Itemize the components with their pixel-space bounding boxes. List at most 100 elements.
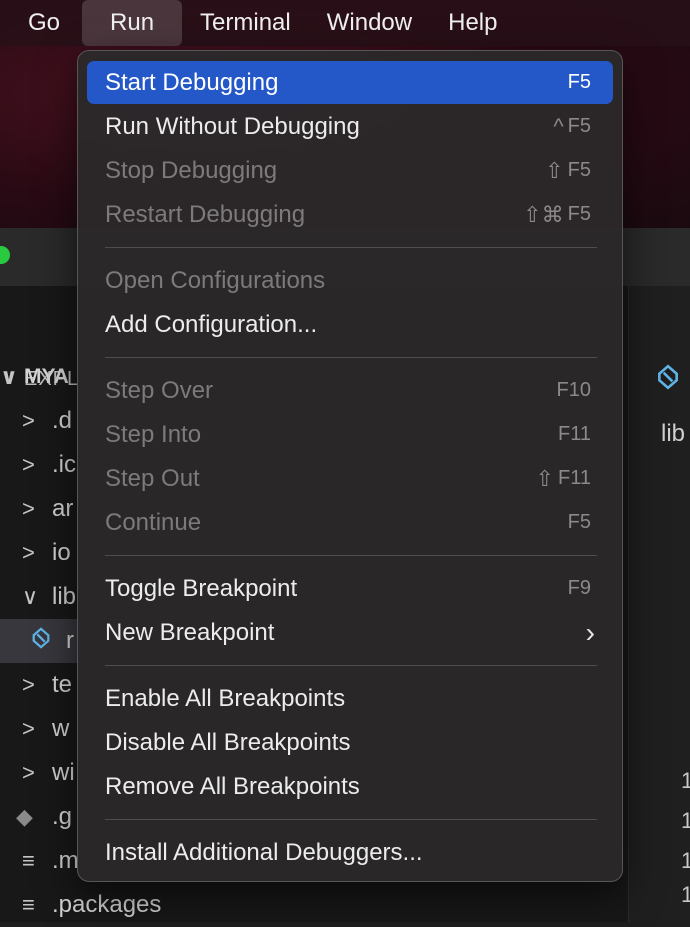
shortcut-key: F11 [558, 467, 591, 489]
explorer-tree-item[interactable]: > w [0, 707, 80, 751]
menubar-terminal[interactable]: Terminal [182, 0, 309, 46]
menu-item-label: Toggle Breakpoint [105, 574, 298, 602]
shortcut-key: F5 [567, 159, 591, 181]
menu-item-add-configuration[interactable]: Add Configuration... [87, 303, 613, 346]
menu-item-start-debugging[interactable]: Start Debugging F5 [87, 61, 613, 104]
menu-item-remove-all-breakpoints[interactable]: Remove All Breakpoints [87, 765, 613, 808]
chevron-right-icon: › [585, 616, 595, 648]
shortcut-key: F5 [567, 203, 591, 225]
explorer-tree-label: ar [52, 495, 74, 522]
git-icon: ◆ [16, 804, 33, 829]
shortcut-key: F9 [567, 577, 591, 599]
menu-item-shortcut: ⇧⌘ F5 [523, 202, 591, 228]
modifier-keys: ⇧⌘ [523, 201, 564, 227]
explorer-tree-item[interactable]: ◆ .g [0, 795, 80, 839]
menu-separator [105, 357, 597, 358]
shortcut-key: F5 [567, 511, 591, 533]
explorer-tree-label: io [52, 539, 71, 566]
dart-file-icon [0, 627, 66, 655]
menu-item-open-configurations: Open Configurations [87, 259, 613, 302]
explorer-tree-item[interactable]: ∨ MYA [0, 355, 80, 399]
explorer-tree-label: wi [52, 759, 75, 786]
explorer-tree-label: MYA [24, 365, 69, 388]
run-menu-dropdown: Start Debugging F5 Run Without Debugging ^ F… [77, 50, 623, 882]
menubar-run[interactable]: Run [82, 0, 183, 46]
menu-item-shortcut: F5 [568, 511, 591, 534]
menu-item-restart-debugging: Restart Debugging ⇧⌘ F5 [87, 193, 613, 236]
menu-item-label: Continue [105, 508, 202, 536]
chevron-icon: > [22, 408, 35, 433]
chevron-icon: > [22, 672, 35, 697]
menu-item-enable-all-breakpoints[interactable]: Enable All Breakpoints [87, 677, 613, 720]
explorer-tree-item[interactable]: r [0, 619, 80, 663]
chevron-icon: > [22, 496, 35, 521]
menu-item-step-over: Step Over F10 [87, 369, 613, 412]
explorer-tree-item[interactable]: > .ic [0, 443, 80, 487]
line-number: 1 [681, 768, 690, 793]
menu-item-label: Add Configuration... [105, 310, 318, 338]
chevron-icon: > [22, 452, 35, 477]
explorer-tree-label: .g [52, 803, 73, 830]
menu-item-shortcut: ^ F5 [553, 114, 591, 140]
explorer-tree-item[interactable]: ∨ lib [0, 575, 80, 619]
explorer-tree-label: lib [52, 583, 77, 610]
chevron-icon: > [22, 760, 35, 785]
menu-item-label: Start Debugging [105, 68, 279, 96]
text-file-icon: ≡ [22, 892, 35, 917]
menu-item-shortcut: F9 [568, 577, 591, 600]
explorer-tree-item[interactable]: > io [0, 531, 80, 575]
text-file-icon: ≡ [22, 848, 35, 873]
menu-separator [105, 819, 597, 820]
menu-item-label: Open Configurations [105, 266, 326, 294]
explorer-tree-label: te [52, 671, 73, 698]
modifier-keys: ⇧ [535, 465, 555, 491]
shortcut-key: F10 [556, 379, 591, 401]
modifier-keys: ⇧ [545, 157, 564, 183]
shortcut-key: F5 [567, 71, 591, 93]
shortcut-key: F11 [558, 423, 591, 445]
chevron-icon: ∨ [22, 584, 39, 609]
menu-item-stop-debugging: Stop Debugging ⇧ F5 [87, 149, 613, 192]
editor-breadcrumb: lib [661, 420, 686, 447]
line-number: 1 [681, 848, 690, 873]
explorer-tree-label: .d [52, 407, 73, 434]
menu-item-label: Step Out [105, 464, 200, 492]
menubar-go[interactable]: Go [0, 0, 82, 46]
line-number: 1 [681, 808, 690, 833]
menu-item-new-breakpoint[interactable]: New Breakpoint › [87, 611, 613, 654]
menu-item-shortcut: ⇧ F11 [536, 466, 591, 492]
menu-item-label: Stop Debugging [105, 156, 278, 184]
shortcut-key: F5 [567, 115, 591, 137]
explorer-tree-label: r [66, 627, 74, 654]
explorer-tree-item[interactable]: > wi [0, 751, 80, 795]
menu-separator [105, 247, 597, 248]
explorer-tree-item[interactable]: > ar [0, 487, 80, 531]
menu-item-install-additional-debuggers[interactable]: Install Additional Debuggers... [87, 831, 613, 874]
editor-area: lib 1 1 1 1 [628, 286, 690, 922]
menu-item-shortcut: F10 [557, 379, 591, 402]
menu-item-label: Install Additional Debuggers... [105, 838, 423, 866]
menu-item-label: Step Into [105, 420, 202, 448]
menu-item-toggle-breakpoint[interactable]: Toggle Breakpoint F9 [87, 567, 613, 610]
explorer-tree-item[interactable]: ≡ .packages [0, 883, 200, 927]
menu-item-continue: Continue F5 [87, 501, 613, 544]
menubar-window[interactable]: Window [309, 0, 430, 46]
menu-item-shortcut: ⇧ F5 [545, 158, 591, 184]
menu-item-label: Remove All Breakpoints [105, 772, 360, 800]
menu-item-label: Run Without Debugging [105, 112, 360, 140]
macos-menu-bar: Go Run Terminal Window Help [0, 0, 690, 46]
explorer-tree-item[interactable]: > .d [0, 399, 80, 443]
menu-item-step-out: Step Out ⇧ F11 [87, 457, 613, 500]
menu-item-label: Enable All Breakpoints [105, 684, 346, 712]
menu-item-run-without-debugging[interactable]: Run Without Debugging ^ F5 [87, 105, 613, 148]
explorer-tree-label: w [52, 715, 70, 742]
window-zoom-button[interactable] [0, 246, 10, 264]
menu-item-label: Disable All Breakpoints [105, 728, 351, 756]
menu-item-step-into: Step Into F11 [87, 413, 613, 456]
menubar-help[interactable]: Help [430, 0, 515, 46]
menu-item-label: Step Over [105, 376, 214, 404]
explorer-tree-item[interactable]: ≡ .m [0, 839, 80, 883]
explorer-tree-item[interactable]: > te [0, 663, 80, 707]
menu-item-disable-all-breakpoints[interactable]: Disable All Breakpoints [87, 721, 613, 764]
explorer-tree-label: .m [52, 847, 79, 874]
